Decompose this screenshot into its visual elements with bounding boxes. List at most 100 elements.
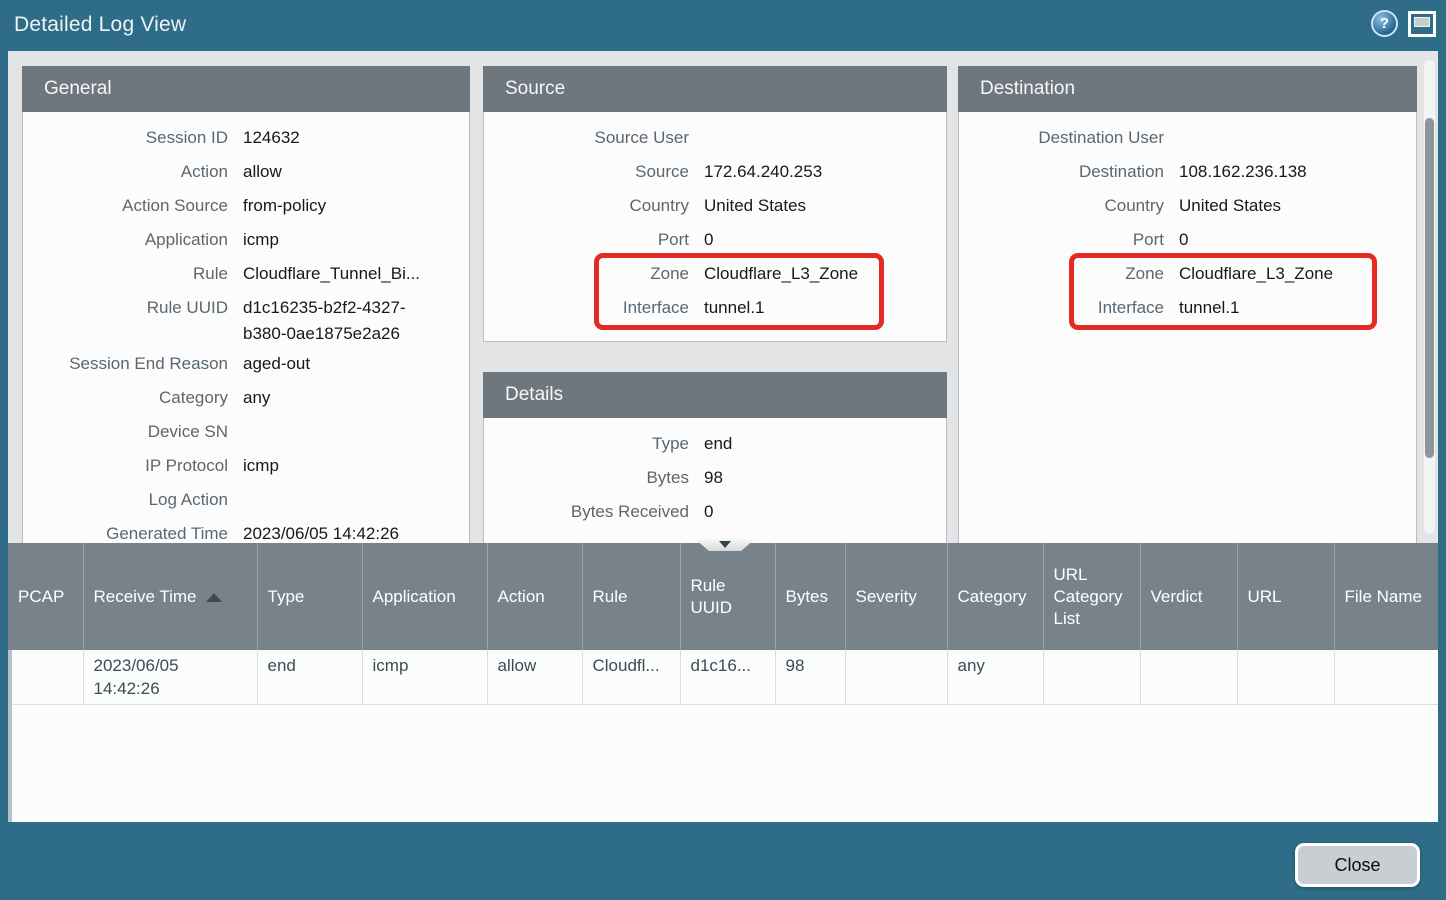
field-value: from-policy <box>243 193 326 219</box>
column-header-severity[interactable]: Severity <box>845 543 947 650</box>
field-value: 108.162.236.138 <box>1179 159 1307 185</box>
field-label: Port <box>959 227 1164 253</box>
destination-panel-body: Destination User Destination 108.162.236.… <box>959 111 1416 335</box>
field-row-action-source: Action Source from-policy <box>23 191 459 225</box>
source-panel: Source Source User Source172.64.240.253 … <box>483 66 947 342</box>
field-row-ip-protocol: IP Protocolicmp <box>23 451 459 485</box>
field-label: Log Action <box>23 487 228 513</box>
field-value: Cloudflare_L3_Zone <box>704 261 858 287</box>
column-header-receive-time[interactable]: Receive Time <box>83 543 257 650</box>
field-label: Source User <box>484 125 689 151</box>
column-header-rule[interactable]: Rule <box>582 543 680 650</box>
field-label: Bytes Received <box>484 499 689 525</box>
cell-category: any <box>947 650 1043 705</box>
cell-file-name <box>1334 650 1438 705</box>
column-header-label: Verdict <box>1151 587 1203 606</box>
chevron-down-icon <box>719 541 731 548</box>
field-row-source-user: Source User <box>484 123 936 157</box>
field-row-port: Port0 <box>959 225 1406 259</box>
column-header-application[interactable]: Application <box>362 543 487 650</box>
field-label: Destination User <box>959 125 1164 151</box>
column-header-verdict[interactable]: Verdict <box>1140 543 1237 650</box>
cell-verdict <box>1140 650 1237 705</box>
destination-zone-highlight-group: ZoneCloudflare_L3_Zone Interfacetunnel.1 <box>959 259 1406 327</box>
field-row-bytes: Bytes98 <box>484 463 936 497</box>
column-header-label: Severity <box>856 587 917 606</box>
field-label: Zone <box>484 261 689 287</box>
column-header-label: Category <box>958 587 1027 606</box>
field-label: Type <box>484 431 689 457</box>
field-row-country: Country United States <box>959 191 1406 225</box>
column-header-label: Rule <box>593 587 628 606</box>
field-label: Source <box>484 159 689 185</box>
field-row-rule-uuid: Rule UUIDd1c16235-b2f2-4327-b380-0ae1875… <box>23 293 459 349</box>
column-header-file-name[interactable]: File Name <box>1334 543 1438 650</box>
dialog-footer: Close <box>0 822 1446 900</box>
field-row-log-action: Log Action <box>23 485 459 519</box>
column-header-pcap[interactable]: PCAP <box>8 543 83 650</box>
column-header-label: Bytes <box>786 587 829 606</box>
field-row-application: Applicationicmp <box>23 225 459 259</box>
column-header-label: URL <box>1248 587 1282 606</box>
column-header-label: Rule UUID <box>691 576 733 617</box>
vertical-scrollbar-thumb[interactable] <box>1425 118 1434 458</box>
maximize-window-icon-inner <box>1414 17 1430 27</box>
field-row-rule: RuleCloudflare_Tunnel_Bi... <box>23 259 459 293</box>
vertical-scrollbar-track[interactable] <box>1424 60 1435 534</box>
help-icon[interactable]: ? <box>1371 10 1398 37</box>
field-value: end <box>704 431 732 457</box>
field-row-session-id: Session ID 124632 <box>23 123 459 157</box>
field-value: 124632 <box>243 125 300 151</box>
column-header-url[interactable]: URL <box>1237 543 1334 650</box>
field-value: 98 <box>704 465 723 491</box>
field-value: 2023/06/05 14:42:26 <box>243 521 399 543</box>
field-value: Cloudflare_L3_Zone <box>1179 261 1333 287</box>
source-zone-highlight-group: Zone Cloudflare_L3_Zone Interface tunnel.1 <box>484 259 936 327</box>
destination-panel-header: Destination <box>958 66 1417 112</box>
cell-url <box>1237 650 1334 705</box>
column-header-category[interactable]: Category <box>947 543 1043 650</box>
log-table-area: PCAP Receive Time Type Application Actio… <box>8 543 1438 822</box>
column-header-action[interactable]: Action <box>487 543 582 650</box>
field-label: Port <box>484 227 689 253</box>
field-value: aged-out <box>243 351 310 377</box>
field-label: Zone <box>959 261 1164 287</box>
field-row-generated-time: Generated Time 2023/06/05 14:42:26 <box>23 519 459 543</box>
field-label: Session ID <box>23 125 228 151</box>
field-label: Action Source <box>23 193 228 219</box>
field-label: Interface <box>484 295 689 321</box>
field-label: Destination <box>959 159 1164 185</box>
log-detail-content: General Session ID124632 Actionallow Act… <box>8 51 1438 543</box>
field-label: Generated Time <box>23 521 228 543</box>
field-row-device-sn: Device SN <box>23 417 459 451</box>
field-label: Country <box>959 193 1164 219</box>
field-row-session-end-reason: Session End Reason aged-out <box>23 349 459 383</box>
field-value: United States <box>704 193 806 219</box>
source-panel-header: Source <box>483 66 947 112</box>
column-header-url-category-list[interactable]: URL Category List <box>1043 543 1140 650</box>
table-left-gutter <box>8 650 12 822</box>
field-label: Session End Reason <box>23 351 228 377</box>
cell-type: end <box>257 650 362 705</box>
field-value: tunnel.1 <box>704 295 765 321</box>
cell-severity <box>845 650 947 705</box>
field-label: IP Protocol <box>23 453 228 479</box>
field-row-action: Actionallow <box>23 157 459 191</box>
cell-url-category-list <box>1043 650 1140 705</box>
field-value: United States <box>1179 193 1281 219</box>
field-row-zone: Zone Cloudflare_L3_Zone <box>959 259 1406 293</box>
cell-bytes: 98 <box>775 650 845 705</box>
field-value: 0 <box>704 499 713 525</box>
field-row-source: Source172.64.240.253 <box>484 157 936 191</box>
field-label: Rule <box>23 261 228 287</box>
maximize-window-icon[interactable] <box>1408 11 1436 37</box>
close-button[interactable]: Close <box>1295 843 1420 887</box>
table-row[interactable]: 2023/06/05 14:42:26 end icmp allow Cloud… <box>8 650 1438 705</box>
column-header-type[interactable]: Type <box>257 543 362 650</box>
sort-ascending-icon <box>206 593 222 602</box>
field-label: Device SN <box>23 419 228 445</box>
column-header-bytes[interactable]: Bytes <box>775 543 845 650</box>
column-header-rule-uuid[interactable]: Rule UUID <box>680 543 775 650</box>
details-panel-header: Details <box>483 372 947 418</box>
title-bar-icons: ? <box>1371 10 1436 37</box>
